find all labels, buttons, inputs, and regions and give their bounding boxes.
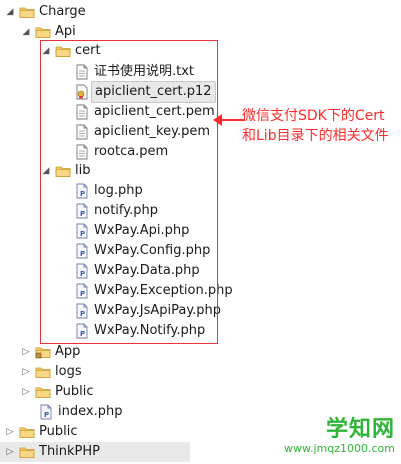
tree-item-label: Api [55, 24, 76, 39]
tree-item-label: Public [39, 424, 78, 439]
highlight-box [40, 40, 218, 344]
expand-arrow-icon[interactable]: ▷ [20, 342, 32, 362]
tree-item-charge[interactable]: ◢ Charge [4, 2, 86, 22]
watermark: 学知网 www.jmqz1000.com [284, 418, 395, 456]
tree-item-public-inner[interactable]: ▷ Public [20, 382, 94, 402]
tree-item-api[interactable]: ◢ Api [20, 22, 76, 42]
tree-item-label: App [55, 344, 81, 359]
tree-item-label: Public [55, 384, 94, 399]
folder-icon [19, 424, 35, 440]
tree-item-thinkphp[interactable]: ▷ ThinkPHP [0, 442, 190, 462]
folder-icon [35, 364, 51, 380]
collapse-arrow-icon[interactable]: ◢ [4, 2, 16, 22]
watermark-title: 学知网 [325, 417, 395, 442]
folder-icon [35, 384, 51, 400]
tree-item-label: Charge [39, 4, 86, 19]
watermark-url: www.jmqz1000.com [284, 442, 395, 455]
annotation-text: 微信支付SDK下的Cert和Lib目录下的相关文件 [242, 108, 389, 144]
folder-open-icon [19, 4, 35, 20]
folder-package-icon [35, 344, 51, 360]
expand-arrow-icon[interactable]: ▷ [20, 382, 32, 402]
tree-item-index[interactable]: index.php [38, 402, 122, 422]
tree-item-logs[interactable]: ▷ logs [20, 362, 82, 382]
collapse-arrow-icon[interactable]: ◢ [20, 22, 32, 42]
tree-item-app[interactable]: ▷ App [20, 342, 81, 362]
folder-open-icon [35, 24, 51, 40]
php-file-icon [38, 404, 54, 420]
red-arrow-icon [213, 114, 245, 126]
tree-item-public-outer[interactable]: ▷ Public [4, 422, 78, 442]
tree-item-label: index.php [58, 404, 123, 419]
expand-arrow-icon[interactable]: ▷ [4, 442, 16, 462]
tree-item-label: ThinkPHP [39, 444, 101, 459]
folder-icon [19, 444, 35, 460]
expand-arrow-icon[interactable]: ▷ [20, 362, 32, 382]
expand-arrow-icon[interactable]: ▷ [4, 422, 16, 442]
tree-item-label: logs [55, 364, 82, 379]
